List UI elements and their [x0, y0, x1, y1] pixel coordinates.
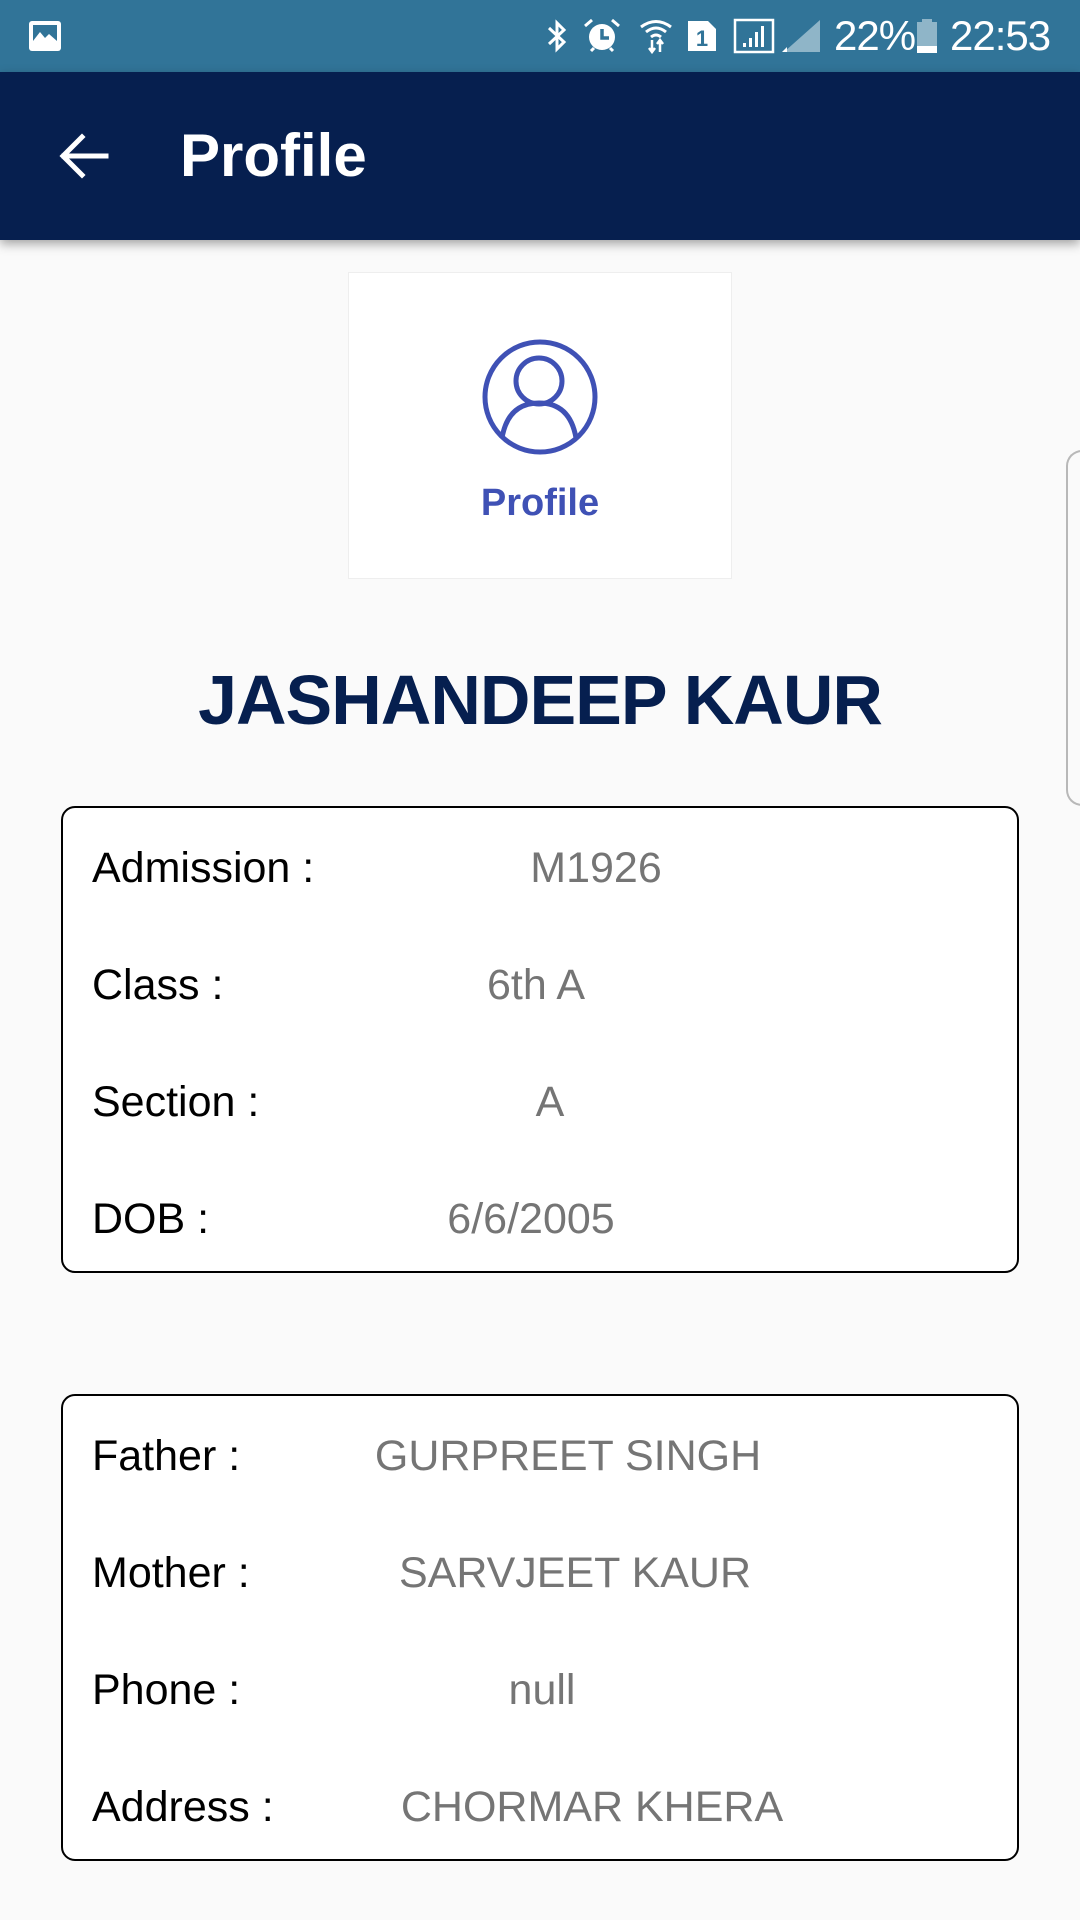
phone-row: Phone : null	[63, 1660, 1017, 1720]
address-value: CHORMAR KHERA	[400, 1783, 784, 1831]
svg-text:1: 1	[696, 26, 708, 51]
student-name: JASHANDEEP KAUR	[198, 661, 883, 739]
battery-icon	[917, 19, 937, 53]
profile-tile[interactable]: Profile	[348, 272, 732, 579]
dob-row: DOB : 6/6/2005	[63, 1189, 1017, 1249]
alarm-icon	[584, 18, 620, 53]
phone-value: null	[508, 1666, 576, 1714]
sim-1-icon: 1	[688, 21, 716, 51]
father-value: GURPREET SINGH	[374, 1432, 762, 1480]
profile-tile-label: Profile	[480, 482, 600, 524]
battery-percent: 22%	[834, 12, 916, 59]
status-bar: 1 22% 22:53	[0, 0, 1080, 72]
account-circle-icon	[482, 339, 598, 455]
class-value: 6th A	[486, 961, 586, 1009]
section-label: Section :	[92, 1078, 260, 1126]
father-label: Father :	[92, 1432, 241, 1480]
admission-row: Admission : M1926	[63, 838, 1017, 898]
arrow-back-icon	[59, 133, 109, 179]
mother-value: SARVJEET KAUR	[398, 1549, 752, 1597]
app-toolbar: Profile	[0, 72, 1080, 240]
phone-label: Phone :	[92, 1666, 241, 1714]
academic-info-card: Admission : M1926 Class : 6th A Section …	[61, 806, 1019, 1273]
class-label: Class :	[92, 961, 224, 1009]
class-row: Class : 6th A	[63, 955, 1017, 1015]
section-row: Section : A	[63, 1072, 1017, 1132]
signal-sim1-icon	[733, 18, 775, 54]
wifi-data-icon	[640, 20, 672, 54]
admission-label: Admission :	[92, 844, 315, 892]
mother-label: Mother :	[92, 1549, 250, 1597]
gallery-notification-icon	[29, 21, 61, 51]
father-row: Father : GURPREET SINGH	[63, 1426, 1017, 1486]
mother-row: Mother : SARVJEET KAUR	[63, 1543, 1017, 1603]
dob-value: 6/6/2005	[447, 1195, 615, 1243]
bluetooth-icon	[547, 19, 567, 53]
clock: 22:53	[950, 12, 1051, 59]
address-label: Address :	[92, 1783, 274, 1831]
section-value: A	[535, 1078, 565, 1126]
back-button[interactable]	[44, 120, 124, 192]
family-info-card: Father : GURPREET SINGH Mother : SARVJEE…	[61, 1394, 1019, 1861]
edge-panel-handle[interactable]	[1066, 450, 1080, 806]
page-title: Profile	[180, 122, 367, 189]
address-row: Address : CHORMAR KHERA	[63, 1777, 1017, 1837]
dob-label: DOB :	[92, 1195, 210, 1243]
admission-value: M1926	[530, 844, 662, 892]
signal-sim2-icon	[782, 20, 820, 52]
